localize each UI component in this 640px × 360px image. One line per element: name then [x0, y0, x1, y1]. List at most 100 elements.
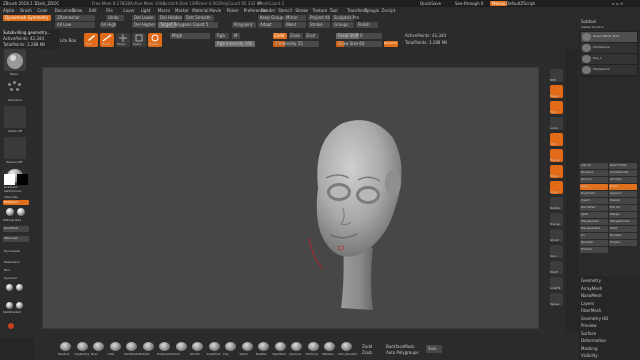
- menu-render[interactable]: Render: [261, 8, 275, 13]
- keep-groups-button[interactable]: Keep Groups: [258, 15, 285, 21]
- all-low-button[interactable]: All Low: [55, 22, 95, 28]
- brush-selectrect-button[interactable]: SelectRect: [273, 342, 288, 358]
- subtool-split-button[interactable]: Split: [580, 212, 608, 218]
- rightshelf-polyf-button[interactable]: PolyF: [550, 261, 563, 274]
- edit-button[interactable]: Edit: [84, 33, 98, 47]
- brush-maskpen-button[interactable]: MaskPen: [256, 342, 271, 358]
- subtool-weld-button[interactable]: Weld: [609, 226, 637, 232]
- adapt-button[interactable]: Adapt: [258, 22, 282, 28]
- move-button[interactable]: Move: [116, 33, 130, 47]
- subtool-row[interactable]: Eye_L: [581, 54, 637, 64]
- auto-polygroups-button[interactable]: Auto Polygroups: [386, 350, 418, 355]
- subpalette-masking[interactable]: Masking: [581, 346, 598, 351]
- subtool-append-button[interactable]: Append: [609, 191, 637, 197]
- blur-section[interactable]: Blur: [4, 268, 10, 273]
- subpalette-geometry-hd[interactable]: Geometry HD: [581, 316, 608, 321]
- rgb-toggle[interactable]: Rgb: [215, 33, 229, 39]
- zremesh-button[interactable]: ZRemesh: [3, 236, 29, 242]
- subtool-insert-button[interactable]: Insert: [580, 198, 608, 204]
- subpalette-surface[interactable]: Surface: [581, 331, 596, 336]
- menu-tool[interactable]: Tool: [330, 8, 338, 13]
- rightshelf-rotate-button[interactable]: Rotate: [550, 197, 563, 210]
- brush-smooth-button[interactable]: Smooth: [190, 342, 205, 358]
- quicksave-button[interactable]: QuickSave: [420, 1, 441, 6]
- subtool-new-folder-button[interactable]: New Folder: [609, 163, 637, 169]
- menu-stencil[interactable]: Stencil: [278, 8, 292, 13]
- rightshelf-floor-button[interactable]: Floor: [550, 101, 563, 114]
- brush-pinch-button[interactable]: Pinch: [174, 342, 189, 358]
- rightshelf-xyz-button[interactable]: XYZ: [550, 133, 563, 146]
- material-ball-2[interactable]: [16, 284, 23, 291]
- brush-inflat-button[interactable]: Inflat: [108, 342, 123, 358]
- subpalette-geometry[interactable]: Geometry: [581, 278, 601, 283]
- subtool-row[interactable]: PolySphere: [581, 65, 637, 75]
- rightshelf-ghost-button[interactable]: Ghost: [550, 229, 563, 242]
- dynamesh-symmetry-button[interactable]: Dynamesh Symmetry: [3, 15, 51, 21]
- mirror-button[interactable]: Mirror: [284, 15, 306, 21]
- subtool-uv-button[interactable]: Uv: [580, 233, 608, 239]
- zadd-bottom[interactable]: Zadd: [362, 344, 372, 349]
- subtool-boolean-button[interactable]: Boolean: [609, 233, 637, 239]
- subtool-mergesimilar-button[interactable]: MergeSimilar: [609, 219, 637, 225]
- subtool-row[interactable]: PolySphere: [581, 43, 637, 53]
- zsub-button[interactable]: Zsub: [289, 33, 303, 39]
- menus-button[interactable]: Menus: [490, 1, 508, 6]
- resolution-section[interactable]: Resolution: [4, 260, 20, 265]
- brush-hpolish-button[interactable]: hPolish: [141, 342, 156, 358]
- subtool-delete-button[interactable]: Delete: [609, 198, 637, 204]
- menu-picker[interactable]: Picker: [227, 8, 239, 13]
- undo-button[interactable]: Undo: [106, 15, 124, 21]
- project-all-button[interactable]: Project All: [308, 15, 330, 21]
- main-color-swatch[interactable]: [4, 174, 15, 185]
- matcap-red-ball[interactable]: [6, 208, 14, 216]
- brush-clipcurve-button[interactable]: ClipCurve: [289, 342, 304, 358]
- del-lower-button[interactable]: Del Lower: [132, 15, 156, 21]
- menu-zscript[interactable]: Zscript: [381, 8, 395, 13]
- menu-zplugin[interactable]: Zplugin: [364, 8, 379, 13]
- subpalette-fibermesh[interactable]: FiberMesh: [581, 308, 601, 313]
- zadd-button[interactable]: Zadd: [273, 33, 287, 39]
- subtool-autoreorder-button[interactable]: AutoReorder: [609, 170, 637, 176]
- menu-material[interactable]: Material: [192, 8, 208, 13]
- rightshelf-persp-button[interactable]: Persp: [550, 85, 563, 98]
- subtool-project-button[interactable]: Project: [609, 240, 637, 246]
- subtool-del-all-button[interactable]: Del All: [609, 205, 637, 211]
- menu-brush[interactable]: Brush: [20, 8, 32, 13]
- subpalette-preview[interactable]: Preview: [581, 323, 597, 328]
- subpalette-arraymesh[interactable]: ArrayMesh: [581, 286, 602, 291]
- rightshelf-local-button[interactable]: Local: [550, 117, 563, 130]
- material-ball-1[interactable]: [6, 284, 13, 291]
- all-high-button[interactable]: All High: [100, 22, 116, 28]
- brush-dam_standard-button[interactable]: Dam_Standard: [339, 342, 357, 358]
- rightshelf-transp-button[interactable]: Transp: [550, 213, 563, 226]
- menu-stroke[interactable]: Stroke: [295, 8, 308, 13]
- del-higher-button[interactable]: Del Higher: [132, 22, 156, 28]
- brush-trimdynamic-button[interactable]: TrimDynamic: [157, 342, 173, 358]
- subtool-copy-button[interactable]: Copy: [580, 184, 608, 190]
- subtool-rename-button[interactable]: Rename: [580, 170, 608, 176]
- brush-damstandard-button[interactable]: DamStandard: [124, 342, 141, 358]
- menu-file[interactable]: File: [106, 8, 113, 13]
- subtool-extract-button[interactable]: Extract: [580, 247, 608, 253]
- rightshelf-move-button[interactable]: Move: [550, 165, 563, 178]
- groups-button[interactable]: Groups: [332, 22, 354, 28]
- weld-button[interactable]: Weld: [284, 22, 306, 28]
- secondary-color-swatch[interactable]: [17, 174, 28, 185]
- brush-claybuildup-button[interactable]: ClayBuildup: [75, 342, 90, 358]
- subtool-row[interactable]: Head_ZBCM_Bust: [581, 32, 637, 42]
- rightshelf-xpose-button[interactable]: Xpose: [550, 293, 563, 306]
- menu-light[interactable]: Light: [141, 8, 151, 13]
- default-zscript[interactable]: DefaultZScript: [506, 1, 535, 6]
- subtool-duplicate-button[interactable]: Duplicate: [580, 191, 608, 197]
- switch-color-button[interactable]: SwitchColor: [4, 189, 22, 194]
- del-hidden-button[interactable]: Del Hidden: [158, 15, 182, 21]
- dynamic-section[interactable]: Dynamic: [4, 276, 17, 281]
- material-ball-4[interactable]: [16, 302, 23, 309]
- see-through-slider[interactable]: See-through 0: [455, 1, 483, 6]
- subpalette-nanomesh[interactable]: NanoMesh: [581, 293, 602, 298]
- menu-macro[interactable]: Macro: [158, 8, 170, 13]
- subpalette-layers[interactable]: Layers: [581, 301, 594, 306]
- menu-marker[interactable]: Marker: [175, 8, 189, 13]
- material-ball-3[interactable]: [6, 302, 13, 309]
- target-polygons-slider[interactable]: Target Polygons Count 5: [158, 22, 218, 28]
